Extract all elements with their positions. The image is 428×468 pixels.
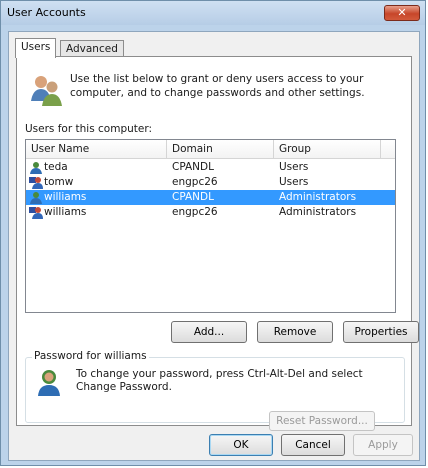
column-divider[interactable]: [166, 140, 167, 158]
column-user-name[interactable]: User Name: [31, 143, 89, 155]
user-name-cell: williams: [44, 191, 87, 203]
properties-button[interactable]: Properties: [343, 321, 419, 343]
domain-user-icon: [30, 162, 42, 174]
users-list-label: Users for this computer:: [25, 123, 153, 135]
close-icon: ✕: [397, 6, 407, 19]
close-button[interactable]: ✕: [384, 5, 420, 21]
users-group-icon: [31, 76, 62, 106]
table-row[interactable]: teda CPANDL Users: [26, 160, 395, 175]
column-divider[interactable]: [273, 140, 274, 158]
column-domain[interactable]: Domain: [172, 143, 213, 155]
user-accounts-window: User Accounts ✕ Users Advanced Use the l…: [0, 0, 426, 466]
list-header: User Name Domain Group: [26, 140, 395, 159]
group-cell: Users: [279, 161, 309, 173]
users-list[interactable]: User Name Domain Group teda CPANDL Users…: [25, 139, 396, 313]
domain-cell: engpc26: [172, 206, 218, 218]
tab-advanced-label: Advanced: [66, 43, 118, 55]
reset-password-button[interactable]: Reset Password...: [269, 411, 375, 431]
local-user-icon: [29, 207, 43, 219]
column-divider[interactable]: [380, 140, 381, 158]
domain-cell: CPANDL: [172, 161, 214, 173]
password-instructions: To change your password, press Ctrl-Alt-…: [76, 368, 363, 393]
intro-text: Use the list below to grant or deny user…: [70, 73, 365, 99]
add-button[interactable]: Add...: [171, 321, 247, 343]
table-row[interactable]: williams engpc26 Administrators: [26, 205, 395, 220]
column-group[interactable]: Group: [279, 143, 311, 155]
cancel-button[interactable]: Cancel: [281, 434, 345, 456]
table-row[interactable]: tomw engpc26 Users: [26, 175, 395, 190]
user-password-icon: [38, 370, 60, 396]
users-tab-panel: Use the list below to grant or deny user…: [16, 56, 419, 431]
domain-user-icon: [30, 192, 42, 204]
tab-users[interactable]: Users: [15, 38, 57, 58]
group-cell: Administrators: [279, 191, 357, 203]
dialog-client: Users Advanced Use the list below to gra…: [8, 31, 420, 461]
user-name-cell: teda: [44, 161, 68, 173]
ok-button[interactable]: OK: [209, 434, 273, 456]
table-row-selected[interactable]: williams CPANDL Administrators: [26, 190, 395, 205]
domain-cell: CPANDL: [172, 191, 214, 203]
group-cell: Administrators: [279, 206, 357, 218]
remove-button[interactable]: Remove: [257, 321, 333, 343]
domain-cell: engpc26: [172, 176, 218, 188]
local-user-icon: [29, 177, 43, 189]
user-name-cell: tomw: [44, 176, 74, 188]
apply-button[interactable]: Apply: [353, 434, 413, 456]
tab-users-label: Users: [21, 41, 51, 53]
user-name-cell: williams: [44, 206, 87, 218]
title-bar[interactable]: User Accounts ✕: [1, 1, 425, 25]
window-title: User Accounts: [7, 6, 86, 19]
password-group-title: Password for williams: [32, 350, 149, 362]
group-cell: Users: [279, 176, 309, 188]
